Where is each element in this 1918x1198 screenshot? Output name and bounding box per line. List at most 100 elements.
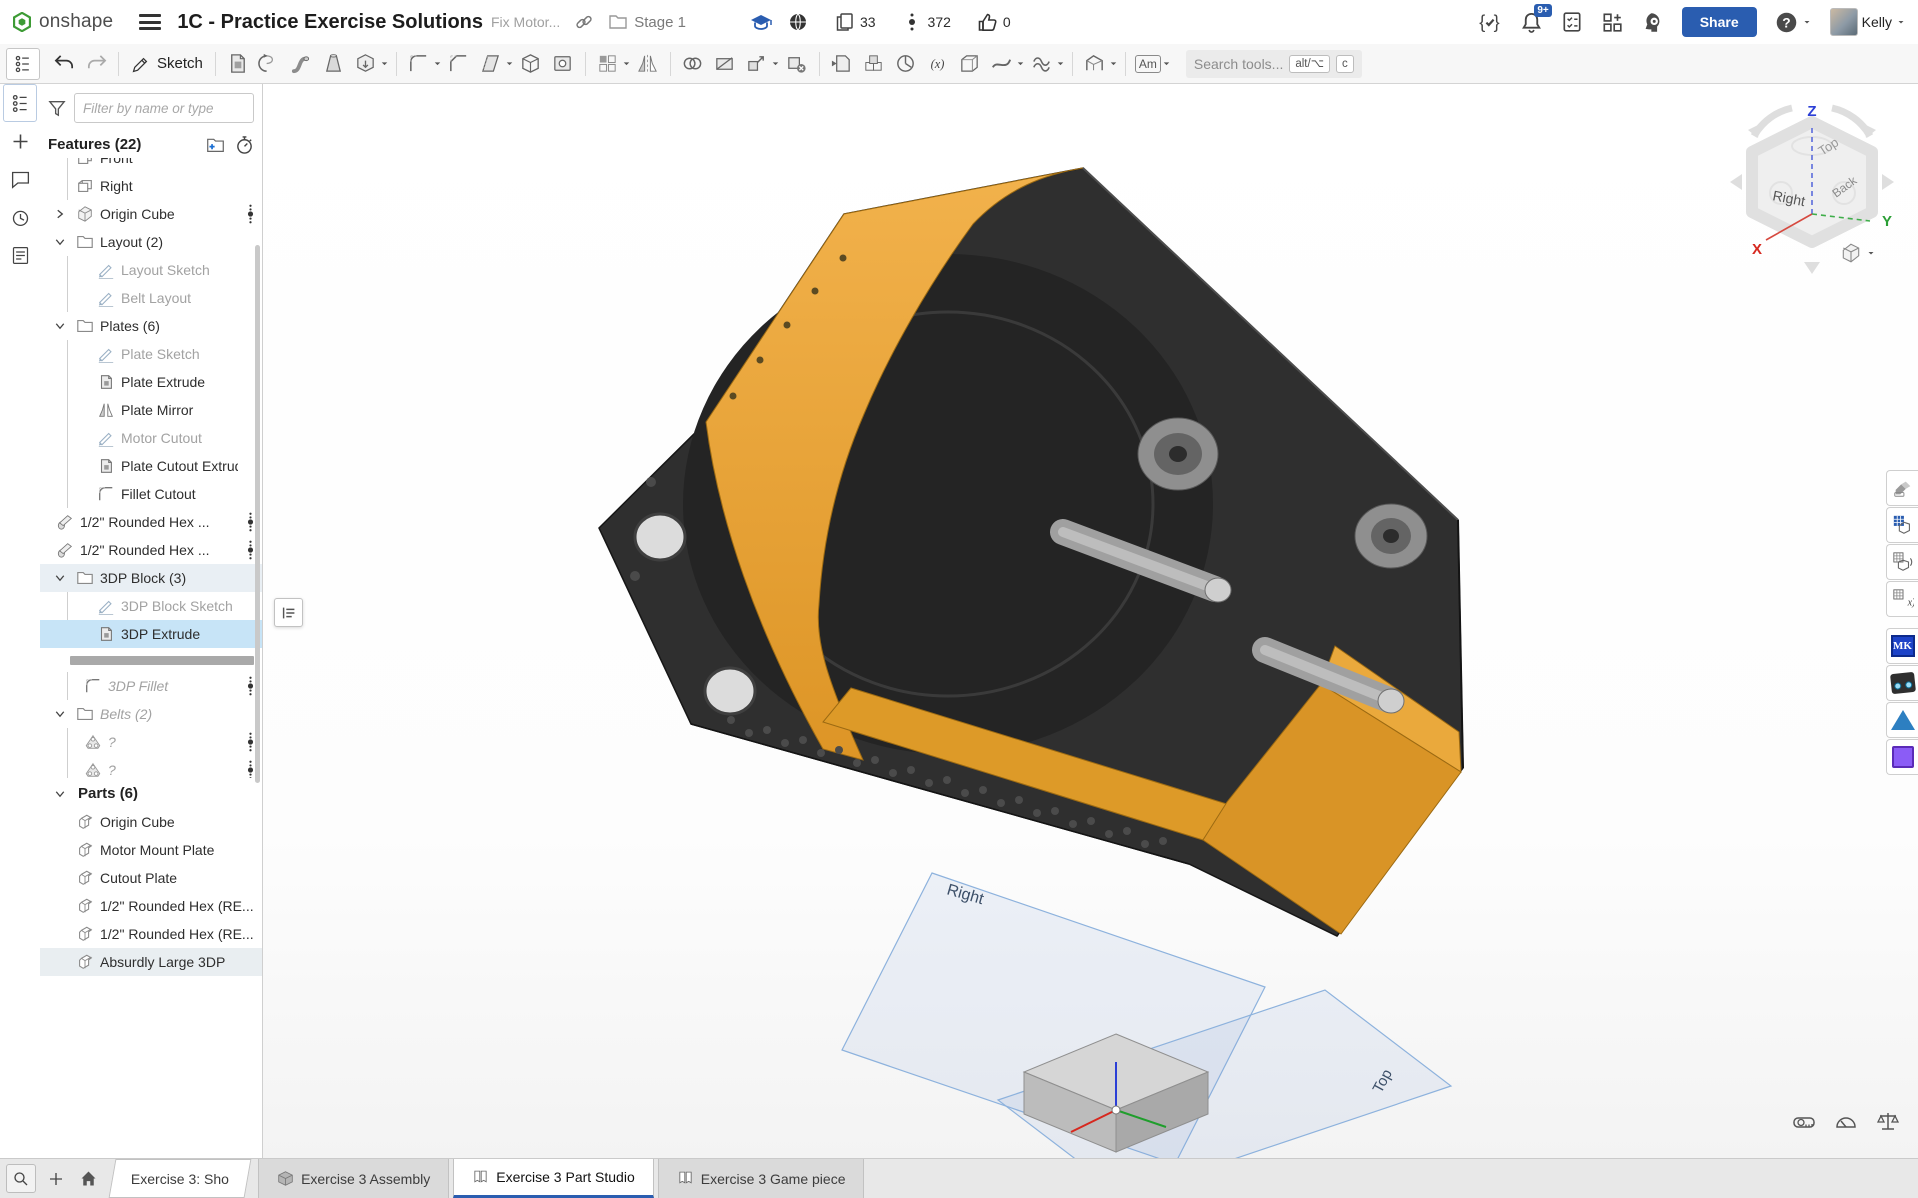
redo-button[interactable] <box>80 48 112 80</box>
home-tab-button[interactable] <box>72 1159 104 1198</box>
parts-header[interactable]: Parts (6) <box>40 780 262 808</box>
feature-row[interactable]: Plate Sketch <box>40 340 262 368</box>
sweep-tool-button[interactable] <box>286 48 318 80</box>
new-folder-icon[interactable] <box>206 135 225 154</box>
motor-mount-model[interactable] <box>599 168 1463 936</box>
filter-icon[interactable] <box>48 99 66 117</box>
part-row[interactable]: Cutout Plate <box>40 864 262 892</box>
feature-row[interactable]: 1/2" Rounded Hex ... <box>40 536 262 564</box>
feature-row[interactable]: Motor Cutout <box>40 424 262 452</box>
mkcad-app-button[interactable]: MK <box>1886 628 1918 664</box>
cad-convert-button[interactable] <box>1886 544 1918 580</box>
sheet-metal-model-tool-button[interactable] <box>1079 48 1111 80</box>
mirror-tool-button[interactable] <box>632 48 664 80</box>
feature-row[interactable]: Belts (2) <box>40 700 262 728</box>
share-button[interactable]: Share <box>1682 7 1757 37</box>
feature-tree-scrollbar[interactable] <box>255 245 260 783</box>
shell-tool-button[interactable] <box>515 48 547 80</box>
rail-comments-button[interactable] <box>0 160 40 198</box>
undo-button[interactable] <box>48 48 80 80</box>
public-globe-icon[interactable] <box>788 12 808 32</box>
search-tools-box[interactable]: Search tools... alt/⌥ c <box>1186 50 1362 78</box>
feature-row[interactable]: Right <box>40 172 262 200</box>
rail-insert-button[interactable] <box>0 122 40 160</box>
mass-properties-icon[interactable] <box>1876 1110 1900 1134</box>
rail-feature-list-button[interactable] <box>3 84 37 122</box>
rail-notes-button[interactable] <box>0 236 40 274</box>
rollback-handle-button[interactable] <box>274 598 303 627</box>
fillet-tool-button[interactable] <box>403 48 435 80</box>
document-subtitle[interactable]: Fix Motor... <box>491 14 560 30</box>
linear-pattern-tool-button[interactable] <box>592 48 624 80</box>
part-row[interactable]: Motor Mount Plate <box>40 836 262 864</box>
part-row[interactable]: Origin Cube <box>40 808 262 836</box>
3d-viewport[interactable]: Right Top <box>263 84 1918 1158</box>
feature-row[interactable]: Layout (2) <box>40 228 262 256</box>
feature-row[interactable]: Belt Layout <box>40 284 262 312</box>
part-row[interactable]: Absurdly Large 3DP <box>40 948 262 976</box>
tape-measure-icon[interactable] <box>1792 1110 1816 1134</box>
3d-viewport-canvas[interactable]: Right Top <box>263 84 1918 1158</box>
render-studio-button[interactable] <box>1886 470 1918 506</box>
feature-row[interactable]: 3DP Block Sketch <box>40 592 262 620</box>
new-tab-button[interactable] <box>40 1159 72 1198</box>
feature-row[interactable]: Fillet Cutout <box>40 480 262 508</box>
chevron-down-icon[interactable] <box>54 320 66 332</box>
chevron-down-icon[interactable] <box>54 236 66 248</box>
feature-row[interactable]: Plate Cutout Extrude <box>40 452 262 480</box>
tab-search-button[interactable] <box>6 1164 36 1193</box>
document-tab[interactable]: Exercise 3 Part Studio <box>453 1159 654 1198</box>
feature-row[interactable]: Origin Cube <box>40 200 262 228</box>
variable-tool-button[interactable] <box>922 48 954 80</box>
feature-row[interactable]: Plates (6) <box>40 312 262 340</box>
composite-part-tool-button[interactable] <box>858 48 890 80</box>
cad-import-button[interactable] <box>1886 507 1918 543</box>
boolean-tool-button[interactable] <box>677 48 709 80</box>
likes-stat[interactable]: 0 <box>977 12 1011 32</box>
feature-script-icon[interactable] <box>1478 10 1502 34</box>
feature-timing-icon[interactable] <box>235 135 254 154</box>
pan-down-arrow[interactable] <box>1804 262 1820 274</box>
feature-row[interactable]: Plate Mirror <box>40 396 262 424</box>
main-menu-icon[interactable] <box>139 14 161 30</box>
workspace-indicator[interactable]: Stage 1 <box>608 12 686 32</box>
protractor-icon[interactable] <box>1834 1110 1858 1134</box>
feature-list-toggle-button[interactable] <box>6 48 40 80</box>
purple-app-button[interactable] <box>1886 739 1918 775</box>
robot-app-button[interactable] <box>1886 665 1918 701</box>
circular-pattern-tool-button[interactable] <box>890 48 922 80</box>
tasks-icon[interactable] <box>1561 11 1583 33</box>
part-row[interactable]: 1/2" Rounded Hex (RE... <box>40 920 262 948</box>
filter-input[interactable] <box>74 93 254 123</box>
onshape-logo[interactable]: onshape <box>12 11 113 33</box>
chevron-down-icon[interactable] <box>54 708 66 720</box>
delete-part-tool-button[interactable] <box>781 48 813 80</box>
versions-stat[interactable]: 372 <box>902 12 951 32</box>
notifications-button[interactable]: 9+ <box>1520 11 1543 34</box>
hole-tool-button[interactable] <box>547 48 579 80</box>
chevron-right-icon[interactable] <box>54 208 66 220</box>
education-icon[interactable] <box>750 12 772 32</box>
triangle-app-button[interactable] <box>1886 702 1918 738</box>
help-menu[interactable] <box>1775 11 1812 34</box>
feature-row[interactable]: ? <box>40 728 262 756</box>
learning-center-icon[interactable] <box>1641 11 1664 34</box>
document-tab[interactable]: Exercise 3 Assembly <box>258 1159 449 1198</box>
curve-tool-button[interactable] <box>1026 48 1058 80</box>
feature-row[interactable]: Layout Sketch <box>40 256 262 284</box>
document-tab[interactable]: Exercise 3 Game piece <box>658 1159 865 1198</box>
import-derived-tool-button[interactable] <box>826 48 858 80</box>
feature-row[interactable]: 3DP Extrude <box>40 620 262 648</box>
feature-row[interactable]: Front <box>40 158 262 172</box>
document-tab[interactable]: Exercise 3: Sho <box>109 1159 252 1198</box>
transform-tool-button[interactable] <box>741 48 773 80</box>
rollback-bar[interactable] <box>40 648 262 672</box>
chamfer-tool-button[interactable] <box>443 48 475 80</box>
rail-history-button[interactable] <box>0 198 40 236</box>
view-options-button[interactable] <box>1840 242 1876 264</box>
feature-row[interactable]: ? <box>40 756 262 778</box>
plane-tool-button[interactable] <box>954 48 986 80</box>
split-tool-button[interactable] <box>709 48 741 80</box>
feature-row[interactable]: 3DP Block (3) <box>40 564 262 592</box>
link-icon[interactable] <box>574 12 594 32</box>
